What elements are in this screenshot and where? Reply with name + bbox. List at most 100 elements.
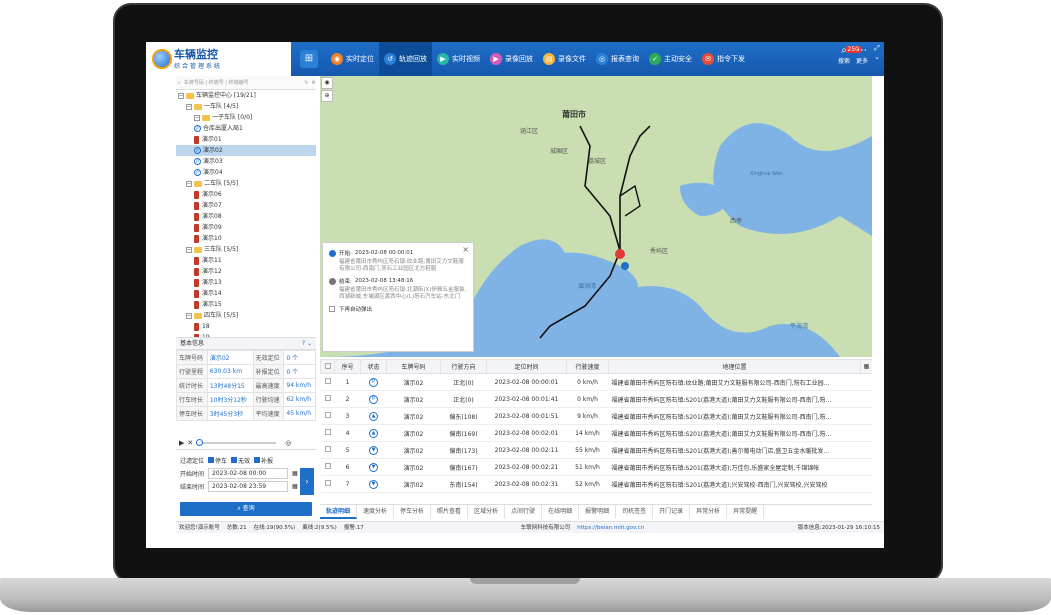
tree-node[interactable]: P 演示03 [176,156,316,167]
tree-node[interactable]: 演示11 [176,255,316,266]
tree-node[interactable]: 演示07 [176,200,316,211]
tree-node[interactable]: − 一车队 [4/5] [176,101,316,112]
tree-node[interactable]: − 四车队 [5/5] [176,310,316,321]
menu-grid-icon[interactable]: ⊞ [300,50,318,68]
fullscreen-icon[interactable]: ⤢ ⌄ [872,44,882,74]
tab-9[interactable]: 开门记录 [653,505,691,519]
column-header[interactable]: 序号 [334,359,361,374]
table-row[interactable]: 4 ▲ 演示02 偏南(169) 2023-02-08 00:02:01 14 km/h 福… [320,424,872,442]
nav-6[interactable]: ✓ 主动安全 [644,42,697,76]
column-header[interactable]: 行驶方向 [440,359,487,374]
tree-node[interactable]: 18 [176,321,316,332]
collapse-icon[interactable]: − [186,103,192,110]
tab-0[interactable]: 轨迹明细 [320,505,358,519]
end-time-input[interactable]: 2023-02-08 23:59 [208,481,289,492]
collapse-icon[interactable]: − [194,114,200,121]
nav-4[interactable]: ▤ 录像文件 [538,42,591,76]
app-logo: 车辆监控 综合管理系统 [146,42,291,76]
beian-link[interactable]: https://beian.miit.gov.cn [577,522,644,533]
column-header[interactable]: 状态 [360,359,387,374]
collapse-icon[interactable]: − [186,312,192,319]
tab-3[interactable]: 照片查看 [431,505,469,519]
no-autopopup-checkbox[interactable]: 下再自动弹出 [329,305,467,313]
row-checkbox[interactable] [320,373,335,391]
column-header[interactable]: 地理位置 [608,359,861,374]
tree-node[interactable]: − 一子车队 [0/0] [176,112,316,123]
calendar-icon[interactable]: ▦ [292,483,298,490]
map-marker-icon[interactable] [615,249,625,259]
row-checkbox[interactable] [320,441,335,459]
tab-7[interactable]: 报警明细 [579,505,617,519]
nav-1[interactable]: ↺ 轨迹回放 [379,42,432,76]
start-time-input[interactable]: 2023-02-08 00:00 [208,468,289,479]
row-checkbox[interactable] [320,475,335,493]
collapse-icon[interactable]: − [186,180,192,187]
table-row[interactable]: 7 ▼ 演示02 东南(154) 2023-02-08 00:02:31 52 km/h 福… [320,475,872,493]
speed-icon[interactable]: ◎ [285,439,291,447]
tree-node[interactable]: 演示15 [176,299,316,310]
close-icon[interactable]: × [462,245,469,254]
tab-11[interactable]: 异常提醒 [727,505,765,519]
calendar-icon[interactable]: ▦ [292,470,298,477]
column-header[interactable]: 行驶速度 [566,359,609,374]
row-checkbox[interactable] [320,407,335,425]
column-header[interactable]: 定位时间 [486,359,567,374]
tab-2[interactable]: 停车分析 [394,505,432,519]
refresh-icon[interactable]: ↻ [304,80,308,86]
tree-node[interactable]: 演示12 [176,266,316,277]
nav-5[interactable]: ◎ 报表查询 [591,42,644,76]
tab-4[interactable]: 区域分析 [468,505,506,519]
nav-0[interactable]: ◉ 实时定位 [326,42,379,76]
nav-3[interactable]: ▶ 录像回放 [485,42,538,76]
tab-6[interactable]: 在线明细 [542,505,580,519]
tree-node[interactable]: 演示14 [176,288,316,299]
table-row[interactable]: 6 ▼ 演示02 偏南(167) 2023-02-08 00:02:21 51 km/h 福… [320,458,872,476]
query-button[interactable]: ⌕ 查询 [180,502,312,516]
collapse-icon[interactable]: − [178,92,184,99]
help-icon[interactable]: ? ⌄ [302,338,316,350]
row-checkbox[interactable] [320,390,335,408]
tree-node[interactable]: 演示09 [176,222,316,233]
settings-icon[interactable]: ⚙ [312,80,316,86]
tree-node[interactable]: 演示08 [176,211,316,222]
zoom-icon[interactable]: ⊕ [321,90,333,102]
nav-2[interactable]: ▶ 实时视频 [432,42,485,76]
column-header[interactable]: 车牌号码 [386,359,441,374]
tree-node[interactable]: − 二车队 [5/5] [176,178,316,189]
tab-8[interactable]: 司机签签 [616,505,654,519]
stop-icon[interactable]: ✕ [187,439,193,447]
more-button[interactable]: ⋯ 更多 [856,45,868,65]
search-button[interactable]: ⌕ 搜索 [838,45,850,65]
tree-node[interactable]: P 演示04 [176,167,316,178]
vehicle-search-input[interactable]: 车牌号码 | 终端号 | 终端编号 [184,79,302,86]
table-row[interactable]: 1 P 演示02 正北(0) 2023-02-08 00:00:01 0 km/h 福建省莆… [320,373,872,391]
tab-1[interactable]: 速度分析 [357,505,395,519]
row-checkbox[interactable] [320,424,335,442]
tree-node[interactable]: 演示10 [176,233,316,244]
nav-7[interactable]: ✉ 指令下发 [697,42,750,76]
slider-knob[interactable] [196,438,204,446]
tree-node[interactable]: 演示06 [176,189,316,200]
tree-node[interactable]: P 演示02 [176,145,316,156]
tree-node[interactable]: 演示13 [176,277,316,288]
tree-node[interactable]: − 车辆监控中心 [19/21] [176,90,316,101]
table-row[interactable]: 2 P 演示02 正北(0) 2023-02-08 00:01:41 0 km/h 福建省莆… [320,390,872,408]
column-settings-icon[interactable]: ▦ [860,359,872,374]
collapse-icon[interactable]: − [186,246,192,253]
filter-invalid-checkbox[interactable]: 无效 [231,456,250,465]
select-all-checkbox[interactable] [320,359,335,374]
playback-slider[interactable] [196,438,277,446]
table-row[interactable]: 5 ▼ 演示02 偏南(173) 2023-02-08 00:02:11 55 km/h 福… [320,441,872,459]
row-checkbox[interactable] [320,458,335,476]
tree-node[interactable]: 演示01 [176,134,316,145]
table-row[interactable]: 3 ▲ 演示02 偏东(108) 2023-02-08 00:01:51 9 km/h 福建… [320,407,872,425]
tab-5[interactable]: 点间行驶 [505,505,543,519]
filter-stop-checkbox[interactable]: 停车 [208,456,227,465]
tree-node[interactable]: P 仓库出厦入局1 [176,123,316,134]
eye-icon[interactable]: ◉ [321,77,333,89]
tab-10[interactable]: 异常分析 [690,505,728,519]
expand-arrow-button[interactable]: › [300,468,314,495]
tree-node[interactable]: − 三车队 [5/5] [176,244,316,255]
play-icon[interactable]: ▶ [179,439,184,447]
filter-report-checkbox[interactable]: 补报 [254,456,273,465]
